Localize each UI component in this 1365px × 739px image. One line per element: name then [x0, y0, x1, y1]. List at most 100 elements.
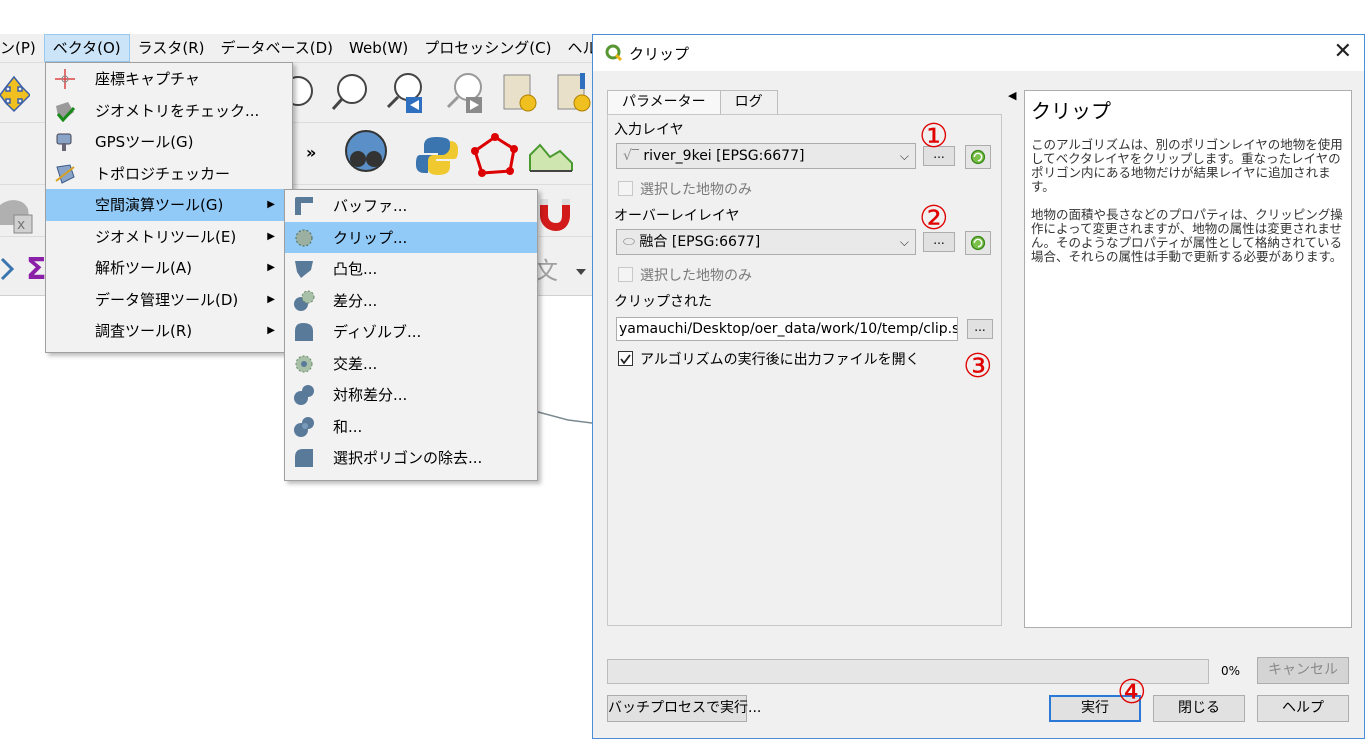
menu-item-topology-checker[interactable]: トポロジチェッカー — [46, 158, 292, 190]
output-browse-button[interactable]: ... — [967, 319, 993, 339]
toolbar-overflow-icon[interactable]: » — [306, 143, 316, 162]
clipped-output-label: クリップされた — [614, 294, 712, 310]
menu-item-check-geometry[interactable]: ジオメトリをチェック... — [46, 95, 292, 127]
selected-only-label-1: 選択した地物のみ — [640, 182, 752, 198]
close-icon[interactable]: ✕ — [1334, 39, 1352, 64]
open-output-label: アルゴリズムの実行後に出力ファイルを開く — [640, 352, 920, 368]
menu-item-intersection[interactable]: 交差... — [285, 348, 537, 380]
intersection-icon — [295, 355, 313, 372]
submenu-arrow-icon: ▶ — [267, 262, 275, 274]
selected-only-label-2: 選択した地物のみ — [640, 268, 752, 284]
menu-item-research-tools[interactable]: 調査ツール(R) ▶ — [46, 315, 292, 347]
menu-item-gps-tools[interactable]: GPSツール(G) — [46, 126, 292, 158]
buffer-icon — [295, 197, 313, 215]
chevron-down-icon: ⌵ — [899, 149, 909, 163]
menu-item-clip[interactable]: クリップ... — [285, 221, 537, 253]
coordinate-capture-icon — [55, 69, 75, 89]
annotation-2: ② — [919, 198, 949, 237]
open-output-checkbox[interactable] — [618, 351, 633, 366]
menu-plugins[interactable]: ン(P) — [0, 34, 44, 62]
checkmark-icon — [620, 354, 631, 365]
annotation-tool-icon[interactable]: 文 — [534, 255, 594, 287]
dissolve-icon — [295, 323, 313, 341]
profile-tool-icon[interactable] — [528, 135, 574, 175]
tab-parameters[interactable]: パラメーター — [607, 90, 721, 115]
annotation-4: ④ — [1117, 672, 1147, 711]
magnet-snapping-icon[interactable] — [534, 193, 574, 233]
menu-item-dissolve[interactable]: ディゾルブ... — [285, 316, 537, 348]
check-geometry-icon — [56, 101, 76, 122]
select-icon[interactable] — [0, 255, 16, 283]
clip-icon — [295, 229, 313, 246]
menu-item-geoprocessing-tools[interactable]: 空間演算ツール(G) ▶ — [46, 189, 292, 221]
clipped-output-path[interactable]: yamauchi/Desktop/oer_data/work/10/temp/c… — [616, 317, 958, 341]
gps-icon — [56, 133, 72, 151]
dialog-title: クリップ — [629, 45, 690, 63]
union-icon — [294, 416, 314, 437]
tab-bar: パラメーター ログ — [607, 90, 778, 115]
chevron-down-icon: ⌵ — [899, 235, 909, 249]
python-console-icon[interactable] — [414, 133, 460, 177]
annotation-1: ① — [919, 116, 949, 155]
overlay-layer-label: オーバーレイレイヤ — [614, 208, 740, 224]
close-button[interactable]: 閉じる — [1153, 695, 1245, 722]
iterate-icon[interactable] — [965, 231, 991, 255]
menu-item-convex-hull[interactable]: 凸包... — [285, 253, 537, 285]
help-paragraph-2: 地物の面積や長さなどのプロパティは、クリッピング操作によって変更されますが、地物… — [1031, 207, 1343, 264]
menu-database[interactable]: データベース(D) — [213, 34, 342, 62]
svg-text:x: x — [17, 217, 25, 233]
map-feature-line — [538, 411, 600, 425]
selected-only-checkbox-1[interactable] — [618, 181, 633, 196]
menu-item-geometry-tools[interactable]: ジオメトリツール(E) ▶ — [46, 221, 292, 253]
menu-item-union[interactable]: 和... — [285, 411, 537, 443]
menu-web[interactable]: Web(W) — [341, 34, 416, 62]
batch-process-button[interactable]: バッチプロセスで実行... — [607, 695, 761, 722]
cancel-button[interactable]: キャンセル — [1257, 657, 1349, 684]
tab-log[interactable]: ログ — [719, 90, 778, 114]
menu-item-data-management-tools[interactable]: データ管理ツール(D) ▶ — [46, 284, 292, 316]
menu-processing[interactable]: プロセッシング(C) — [416, 34, 559, 62]
delete-selected-icon[interactable]: x — [0, 195, 36, 235]
metasearch-icon[interactable] — [340, 129, 392, 179]
menu-item-analysis-tools[interactable]: 解析ツール(A) ▶ — [46, 252, 292, 284]
topology-icon — [55, 163, 75, 184]
help-button[interactable]: ヘルプ — [1257, 695, 1349, 722]
convex-hull-icon — [295, 261, 313, 278]
zoom-layer-icon[interactable] — [330, 71, 372, 113]
new-bookmark-icon[interactable] — [500, 71, 544, 115]
difference-icon — [294, 290, 315, 311]
selected-only-checkbox-2[interactable] — [618, 267, 633, 282]
pan-icon[interactable] — [0, 73, 30, 113]
progress-percent: 0% — [1221, 664, 1241, 678]
symmetric-difference-icon — [294, 385, 314, 405]
clip-dialog: クリップ ✕ パラメーター ログ ◀ 入力レイヤ √‾ river_9kei [… — [592, 34, 1365, 739]
menu-item-buffer[interactable]: バッファ... — [285, 190, 537, 222]
submenu-arrow-icon: ▶ — [267, 325, 275, 337]
help-panel: クリップ このアルゴリズムは、別のポリゴンレイヤの地物を使用してベクタレイヤをク… — [1024, 90, 1352, 628]
menu-vector[interactable]: ベクタ(O) — [43, 34, 130, 62]
eliminate-icon — [295, 449, 313, 467]
zoom-last-icon[interactable] — [384, 71, 428, 115]
menu-bar: ン(P) ベクタ(O) ラスタ(R) データベース(D) Web(W) プロセッ… — [0, 34, 600, 62]
input-layer-label: 入力レイヤ — [614, 122, 684, 138]
input-layer-combo[interactable]: √‾ river_9kei [EPSG:6677] ⌵ — [616, 143, 916, 169]
submenu-arrow-icon: ▶ — [267, 230, 275, 242]
svg-text:Σ: Σ — [26, 253, 47, 283]
polygon-layer-icon: ⬭ — [623, 234, 635, 250]
menu-raster[interactable]: ラスタ(R) — [130, 34, 213, 62]
dialog-titlebar: クリップ ✕ — [593, 35, 1364, 71]
overlay-layer-combo[interactable]: ⬭ 融合 [EPSG:6677] ⌵ — [616, 229, 916, 255]
menu-item-difference[interactable]: 差分... — [285, 285, 537, 317]
vector-menu: 座標キャプチャ ジオメトリをチェック... GPSツール(G) トポロジチェッカ… — [45, 62, 293, 353]
zoom-next-icon[interactable] — [444, 71, 488, 115]
collapse-help-icon[interactable]: ◀ — [1008, 89, 1016, 102]
polygon-digitize-icon[interactable] — [470, 133, 520, 179]
menu-item-symmetric-difference[interactable]: 対称差分... — [285, 379, 537, 411]
menu-item-eliminate[interactable]: 選択ポリゴンの除去... — [285, 442, 537, 474]
help-paragraph-1: このアルゴリズムは、別のポリゴンレイヤの地物を使用してベクタレイヤをクリップしま… — [1031, 137, 1343, 194]
iterate-icon[interactable] — [965, 145, 991, 169]
submenu-arrow-icon: ▶ — [267, 293, 275, 305]
qgis-logo-icon — [605, 44, 623, 62]
menu-item-coordinate-capture[interactable]: 座標キャプチャ — [46, 63, 292, 95]
line-layer-icon: √‾ — [623, 148, 639, 164]
